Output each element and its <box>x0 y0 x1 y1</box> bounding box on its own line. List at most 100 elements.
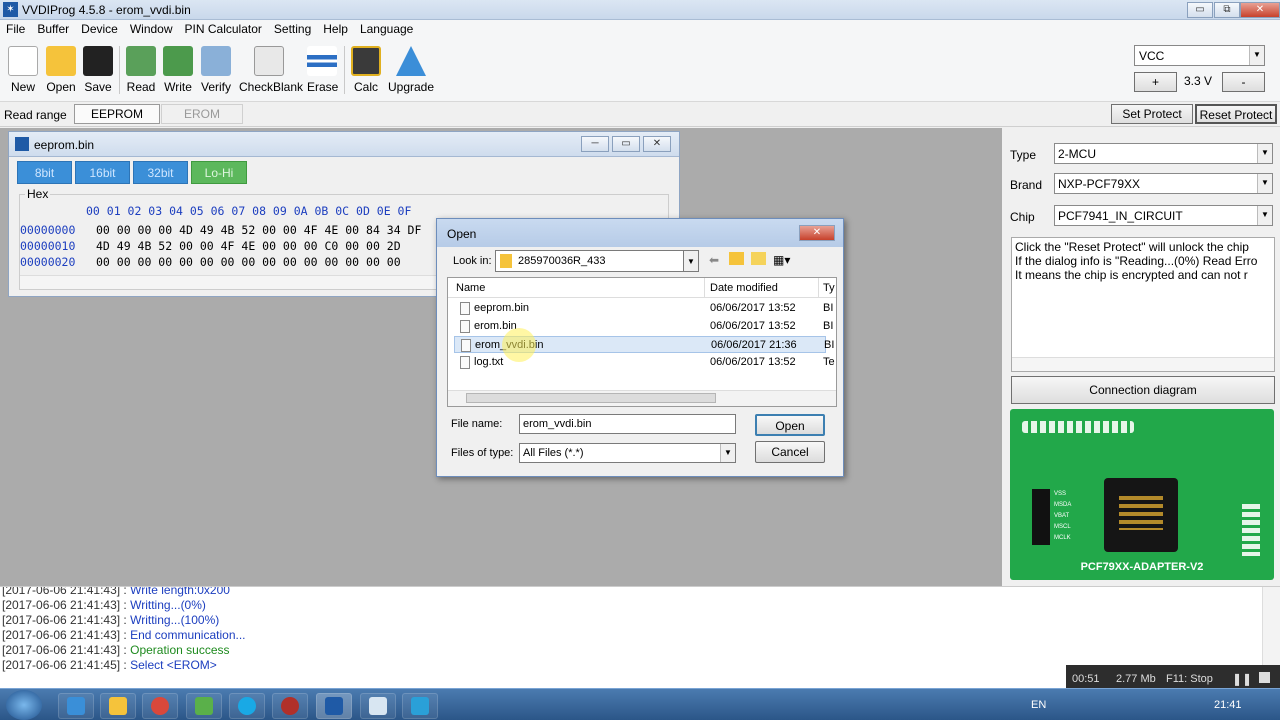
chevron-down-icon[interactable]: ▼ <box>683 250 699 272</box>
back-arrow-icon[interactable]: ⬅ <box>709 253 719 267</box>
log-timestamp: [2017-06-06 21:41:43] : <box>2 643 127 657</box>
mode-lohi-button[interactable]: Lo-Hi <box>191 161 247 184</box>
hex-bytes[interactable]: 4D 49 4B 52 00 00 4F 4E 00 00 00 C0 00 0… <box>96 239 401 253</box>
minimize-button[interactable]: ▭ <box>1187 2 1213 18</box>
set-protect-button[interactable]: Set Protect <box>1111 104 1193 124</box>
mode-32bit-button[interactable]: 32bit <box>133 161 188 184</box>
close-button[interactable]: ✕ <box>643 136 671 152</box>
menu-buffer[interactable]: Buffer <box>31 20 75 36</box>
text-file-icon <box>460 356 470 369</box>
ie-icon <box>67 697 85 715</box>
mode-16bit-button[interactable]: 16bit <box>75 161 130 184</box>
taskbar-skype[interactable] <box>229 693 265 719</box>
mode-8bit-button[interactable]: 8bit <box>17 161 72 184</box>
log-message: Writting...(100%) <box>130 613 220 627</box>
new-file-icon <box>8 46 38 76</box>
pause-icon[interactable]: ❚❚ <box>1232 672 1252 686</box>
log-timestamp: [2017-06-06 21:41:43] : <box>2 598 127 612</box>
chip-select[interactable]: PCF7941_IN_CIRCUIT ▼ <box>1054 205 1273 226</box>
voltage-plus-button[interactable]: + <box>1134 72 1177 92</box>
hex-address: 00000010 <box>20 239 76 253</box>
reset-protect-button[interactable]: Reset Protect <box>1195 104 1277 124</box>
upgrade-button[interactable]: Upgrade <box>388 46 434 94</box>
verify-label: Verify <box>200 80 231 94</box>
read-chip-icon <box>126 46 156 76</box>
horizontal-scrollbar[interactable] <box>448 390 836 406</box>
calc-button[interactable]: Calc <box>351 46 381 94</box>
save-label: Save <box>84 80 112 94</box>
file-list-header: Name Date modified Ty <box>448 278 836 298</box>
col-date[interactable]: Date modified <box>710 282 778 294</box>
checkblank-label: CheckBlank <box>239 80 304 94</box>
menu-window[interactable]: Window <box>124 20 179 36</box>
col-type[interactable]: Ty <box>823 282 835 294</box>
minimize-button[interactable]: ─ <box>581 136 609 152</box>
taskbar-vvdiprog[interactable] <box>316 693 352 719</box>
clock[interactable]: 21:41 <box>1214 699 1242 711</box>
menu-file[interactable]: File <box>0 20 31 36</box>
stop-icon[interactable] <box>1259 672 1270 683</box>
power-supply-select[interactable]: VCC ▼ <box>1134 45 1265 66</box>
checkblank-button[interactable]: CheckBlank <box>239 46 303 94</box>
log-timestamp: [2017-06-06 21:41:43] : <box>2 628 127 642</box>
maximize-button[interactable]: ⧉ <box>1214 2 1240 18</box>
close-button[interactable]: ✕ <box>799 225 835 241</box>
menu-device[interactable]: Device <box>75 20 124 36</box>
taskbar-ie[interactable] <box>58 693 94 719</box>
taskbar-chrome[interactable] <box>142 693 178 719</box>
taskbar-app[interactable] <box>402 693 438 719</box>
taskbar-app[interactable] <box>186 693 222 719</box>
taskbar-explorer[interactable] <box>100 693 136 719</box>
hex-bytes[interactable]: 00 00 00 00 4D 49 4B 52 00 00 4F 4E 00 8… <box>96 223 421 237</box>
file-type-value: All Files (*.*) <box>523 447 584 459</box>
file-date: 06/06/2017 21:36 <box>711 339 797 351</box>
file-row[interactable]: eeprom.bin 06/06/2017 13:52 BI <box>454 300 833 318</box>
open-button[interactable]: Open <box>45 46 77 94</box>
view-menu-icon[interactable]: ▦▾ <box>773 253 790 267</box>
start-button[interactable] <box>6 690 42 720</box>
verify-button[interactable]: Verify <box>200 46 232 94</box>
horizontal-scrollbar[interactable] <box>1012 357 1274 371</box>
col-name[interactable]: Name <box>456 282 485 294</box>
recorder-stop[interactable]: F11: Stop <box>1166 673 1213 685</box>
look-in-select[interactable]: 285970036R_433 <box>495 250 699 272</box>
menu-setting[interactable]: Setting <box>268 20 317 36</box>
new-button[interactable]: New <box>8 46 38 94</box>
language-indicator[interactable]: EN <box>1031 699 1046 711</box>
dialog-titlebar: Open ✕ <box>437 219 843 247</box>
chevron-down-icon: ▼ <box>720 444 735 462</box>
notepad-icon <box>369 697 387 715</box>
menu-help[interactable]: Help <box>317 20 354 36</box>
write-button[interactable]: Write <box>162 46 194 94</box>
menu-language[interactable]: Language <box>354 20 419 36</box>
brand-value: NXP-PCF79XX <box>1058 177 1141 191</box>
chip-value: PCF7941_IN_CIRCUIT <box>1058 209 1183 223</box>
read-button[interactable]: Read <box>126 46 156 94</box>
taskbar-notepad[interactable] <box>360 693 396 719</box>
cursor-highlight <box>502 328 536 362</box>
open-button[interactable]: Open <box>755 414 825 436</box>
file-type: Te <box>823 356 835 368</box>
write-chip-icon <box>163 46 193 76</box>
type-select[interactable]: 2-MCU ▼ <box>1054 143 1273 164</box>
voltage-minus-button[interactable]: - <box>1222 72 1265 92</box>
new-folder-icon[interactable] <box>751 252 766 265</box>
taskbar-app[interactable] <box>272 693 308 719</box>
connection-diagram-button[interactable]: Connection diagram <box>1011 376 1275 404</box>
tab-eeprom[interactable]: EEPROM <box>74 104 160 124</box>
file-name-input[interactable]: erom_vvdi.bin <box>519 414 736 434</box>
calc-label: Calc <box>353 80 378 94</box>
hex-bytes[interactable]: 00 00 00 00 00 00 00 00 00 00 00 00 00 0… <box>96 255 401 269</box>
up-folder-icon[interactable] <box>729 252 744 265</box>
close-button[interactable]: ✕ <box>1240 2 1280 18</box>
cancel-button[interactable]: Cancel <box>755 441 825 463</box>
adapter-label: PCF79XX-ADAPTER-V2 <box>1080 561 1204 573</box>
save-button[interactable]: Save <box>83 46 113 94</box>
menu-pin-calculator[interactable]: PIN Calculator <box>179 20 268 36</box>
tab-erom[interactable]: EROM <box>161 104 243 124</box>
brand-select[interactable]: NXP-PCF79XX ▼ <box>1054 173 1273 194</box>
restore-button[interactable]: ▭ <box>612 136 640 152</box>
erase-button[interactable]: Erase <box>307 46 338 94</box>
file-type-select[interactable]: All Files (*.*) ▼ <box>519 443 736 463</box>
eeprom-window-title: eeprom.bin <box>34 138 95 152</box>
